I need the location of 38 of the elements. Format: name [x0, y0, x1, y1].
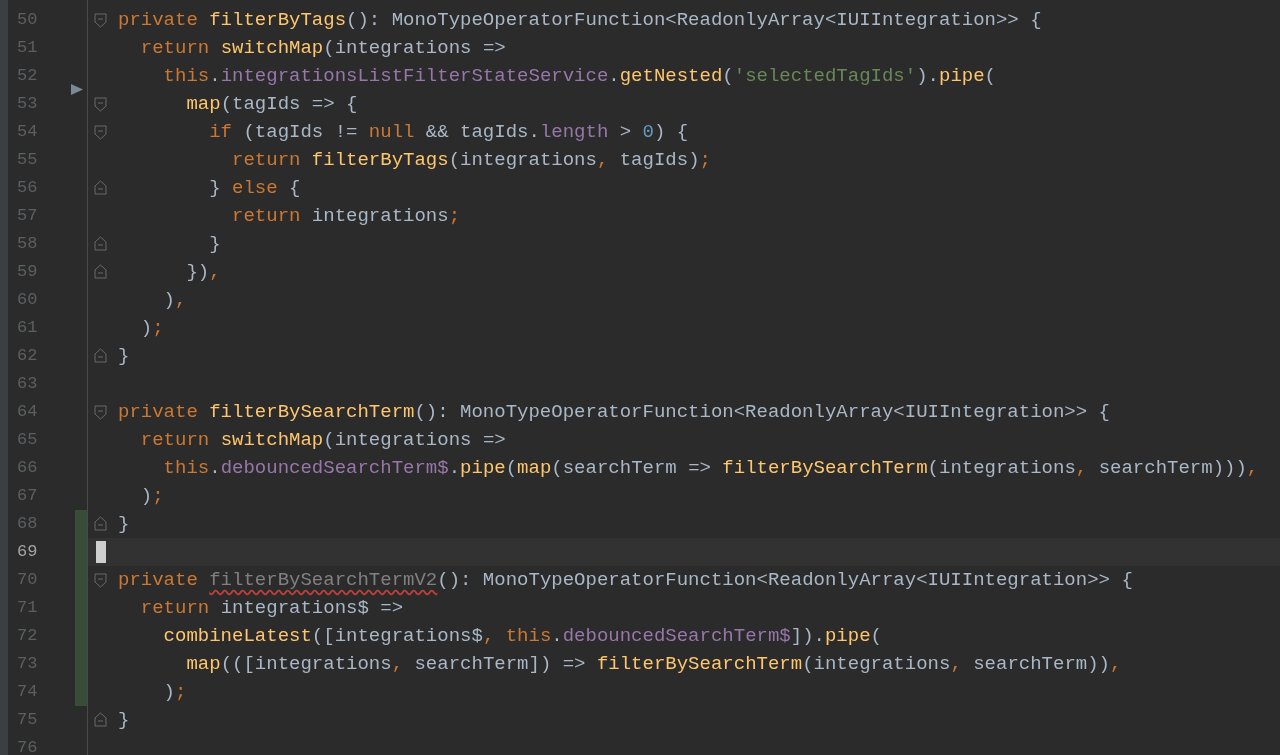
code-line: } else { [208, 176, 301, 201]
code-line: ); [139, 316, 164, 341]
code-line: this.debouncedSearchTerm$.pipe(map(searchTerm => filterBySearchTerm(integrations, searchTerm))), [162, 456, 1259, 481]
fold-icon[interactable] [94, 405, 107, 420]
code-line: combineLatest([integrations$, this.debouncedSearchTerm$]).pipe( [162, 624, 882, 649]
code-line: return switchMap(integrations => [139, 428, 506, 453]
code-line: ); [139, 484, 164, 509]
code-line: ), [162, 288, 187, 313]
code-line: } [118, 708, 130, 733]
code-line: if (tagIds != null && tagIds.length > 0) { [208, 120, 689, 145]
code-line: map(tagIds => { [185, 92, 358, 117]
fold-icon[interactable] [94, 236, 107, 251]
code-line: return switchMap(integrations => [139, 36, 506, 61]
fold-icon[interactable] [94, 13, 107, 28]
code-line: return integrations$ => [139, 596, 404, 621]
code-line: private filterBySearchTerm(): MonoTypeOperatorFunction<ReadonlyArray<IUIIntegration>> { [118, 400, 1110, 425]
triangle-icon[interactable] [71, 84, 83, 95]
code-line: private filterByTags(): MonoTypeOperatorFunction<ReadonlyArray<IUIIntegration>> { [118, 8, 1042, 33]
code-line: } [118, 344, 130, 369]
code-line: this.integrationsListFilterStateService.getNested('selectedTagIds').pipe( [162, 64, 996, 89]
line-number: 69 [16, 541, 39, 564]
text-cursor [96, 541, 106, 563]
fold-icon[interactable] [94, 348, 107, 363]
code-line: ); [162, 680, 187, 705]
code-line: map(([integrations, searchTerm]) => filterBySearchTerm(integrations, searchTerm)), [185, 652, 1122, 677]
code-line: } [118, 512, 130, 537]
fold-icon[interactable] [94, 516, 107, 531]
code-line: return integrations; [231, 204, 461, 229]
fold-icon[interactable] [94, 97, 107, 112]
fold-icon[interactable] [94, 264, 107, 279]
fold-icon[interactable] [94, 125, 107, 140]
code-line: } [208, 232, 221, 257]
fold-icon[interactable] [94, 712, 107, 727]
code-line: return filterByTags(integrations, tagIds); [231, 148, 711, 173]
code-line: private filterBySearchTermV2(): MonoTypeOperatorFunction<ReadonlyArray<IUIIntegration>> { [118, 568, 1133, 593]
code-line: }), [185, 260, 221, 285]
fold-icon[interactable] [94, 573, 107, 588]
fold-icon[interactable] [94, 180, 107, 195]
